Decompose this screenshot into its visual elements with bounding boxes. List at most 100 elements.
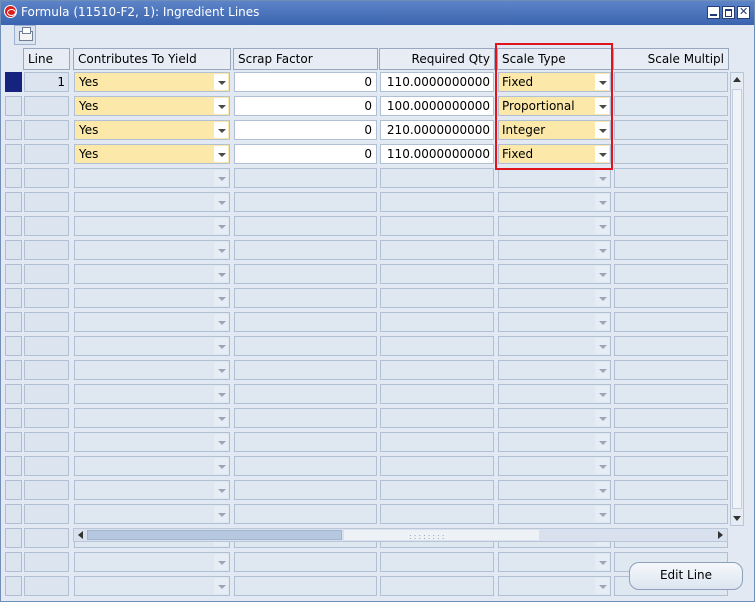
line-number-field[interactable]: 1 (24, 72, 69, 92)
scale-multiple-field[interactable] (614, 120, 728, 140)
required-qty-field[interactable] (380, 360, 494, 380)
column-header-scrap-factor[interactable]: Scrap Factor (233, 48, 378, 70)
line-number-field[interactable] (24, 120, 69, 140)
row-selector[interactable] (5, 96, 22, 116)
row-selector[interactable] (5, 384, 22, 404)
dropdown-arrow-icon[interactable] (214, 410, 228, 426)
dropdown-arrow-icon[interactable] (595, 290, 609, 306)
contributes-to-yield-select[interactable] (74, 336, 230, 356)
dropdown-arrow-icon[interactable] (595, 506, 609, 522)
scrap-factor-field[interactable]: 0 (234, 144, 377, 164)
scale-type-select[interactable]: Fixed (498, 72, 611, 92)
dropdown-arrow-icon[interactable] (595, 410, 609, 426)
row-selector[interactable] (5, 576, 22, 596)
scale-type-select[interactable]: Proportional (498, 96, 611, 116)
scrap-factor-field[interactable] (234, 216, 377, 236)
required-qty-field[interactable]: 100.0000000000 (380, 96, 494, 116)
dropdown-arrow-icon[interactable] (214, 218, 228, 234)
required-qty-field[interactable] (380, 168, 494, 188)
column-header-scale-multiple[interactable]: Scale Multipl (613, 48, 729, 70)
scrap-factor-field[interactable]: 0 (234, 96, 377, 116)
scale-multiple-field[interactable] (614, 360, 728, 380)
dropdown-arrow-icon[interactable] (595, 554, 609, 570)
line-number-field[interactable] (24, 192, 69, 212)
row-selector[interactable] (5, 168, 22, 188)
row-selector[interactable] (5, 504, 22, 524)
scroll-down-icon[interactable] (733, 516, 741, 521)
row-selector[interactable] (5, 216, 22, 236)
contributes-to-yield-select[interactable] (74, 384, 230, 404)
contributes-to-yield-select[interactable] (74, 408, 230, 428)
row-selector[interactable] (5, 240, 22, 260)
dropdown-arrow-icon[interactable] (595, 146, 609, 162)
row-selector[interactable] (5, 72, 22, 92)
scrap-factor-field[interactable] (234, 552, 377, 572)
scale-multiple-field[interactable] (614, 384, 728, 404)
scale-type-select[interactable] (498, 312, 611, 332)
scale-multiple-field[interactable] (614, 336, 728, 356)
row-selector[interactable] (5, 264, 22, 284)
vertical-scroll-thumb[interactable] (732, 89, 742, 509)
scale-type-select[interactable] (498, 504, 611, 524)
required-qty-field[interactable] (380, 192, 494, 212)
dropdown-arrow-icon[interactable] (214, 434, 228, 450)
column-header-line[interactable]: Line (23, 48, 70, 70)
dropdown-arrow-icon[interactable] (214, 74, 228, 90)
contributes-to-yield-select[interactable]: Yes (74, 72, 230, 92)
required-qty-field[interactable]: 110.0000000000 (380, 72, 494, 92)
horizontal-scrollbar[interactable]: :::::::: (73, 528, 728, 542)
dropdown-arrow-icon[interactable] (595, 242, 609, 258)
line-number-field[interactable] (24, 336, 69, 356)
scrap-factor-field[interactable] (234, 240, 377, 260)
scrap-factor-field[interactable]: 0 (234, 120, 377, 140)
dropdown-arrow-icon[interactable] (214, 554, 228, 570)
scale-type-select[interactable] (498, 408, 611, 428)
contributes-to-yield-select[interactable] (74, 456, 230, 476)
column-header-required-qty[interactable]: Required Qty (379, 48, 495, 70)
line-number-field[interactable] (24, 480, 69, 500)
scale-type-select[interactable] (498, 432, 611, 452)
contributes-to-yield-select[interactable] (74, 504, 230, 524)
contributes-to-yield-select[interactable]: Yes (74, 96, 230, 116)
dropdown-arrow-icon[interactable] (595, 314, 609, 330)
scale-multiple-field[interactable] (614, 192, 728, 212)
dropdown-arrow-icon[interactable] (214, 338, 228, 354)
line-number-field[interactable] (24, 216, 69, 236)
scale-multiple-field[interactable] (614, 96, 728, 116)
contributes-to-yield-select[interactable] (74, 168, 230, 188)
required-qty-field[interactable] (380, 312, 494, 332)
scrap-factor-field[interactable] (234, 192, 377, 212)
contributes-to-yield-select[interactable]: Yes (74, 120, 230, 140)
scale-type-select[interactable] (498, 576, 611, 596)
scale-multiple-field[interactable] (614, 216, 728, 236)
dropdown-arrow-icon[interactable] (595, 482, 609, 498)
required-qty-field[interactable] (380, 240, 494, 260)
row-selector[interactable] (5, 408, 22, 428)
required-qty-field[interactable] (380, 504, 494, 524)
scrap-factor-field[interactable] (234, 504, 377, 524)
contributes-to-yield-select[interactable] (74, 240, 230, 260)
title-bar[interactable]: Formula (11510-F2, 1): Ingredient Lines … (1, 1, 754, 25)
dropdown-arrow-icon[interactable] (595, 362, 609, 378)
edit-line-button[interactable]: Edit Line (629, 562, 743, 590)
dropdown-arrow-icon[interactable] (214, 458, 228, 474)
dropdown-arrow-icon[interactable] (595, 98, 609, 114)
scale-type-select[interactable] (498, 216, 611, 236)
print-button[interactable] (14, 25, 36, 45)
line-number-field[interactable] (24, 96, 69, 116)
line-number-field[interactable] (24, 384, 69, 404)
dropdown-arrow-icon[interactable] (595, 170, 609, 186)
row-selector[interactable] (5, 336, 22, 356)
required-qty-field[interactable] (380, 216, 494, 236)
dropdown-arrow-icon[interactable] (214, 170, 228, 186)
required-qty-field[interactable] (380, 408, 494, 428)
scale-multiple-field[interactable] (614, 408, 728, 428)
scale-type-select[interactable] (498, 336, 611, 356)
scale-multiple-field[interactable] (614, 456, 728, 476)
dropdown-arrow-icon[interactable] (595, 578, 609, 594)
scale-type-select[interactable] (498, 552, 611, 572)
scale-multiple-field[interactable] (614, 72, 728, 92)
row-selector[interactable] (5, 552, 22, 572)
scale-multiple-field[interactable] (614, 264, 728, 284)
required-qty-field[interactable] (380, 264, 494, 284)
